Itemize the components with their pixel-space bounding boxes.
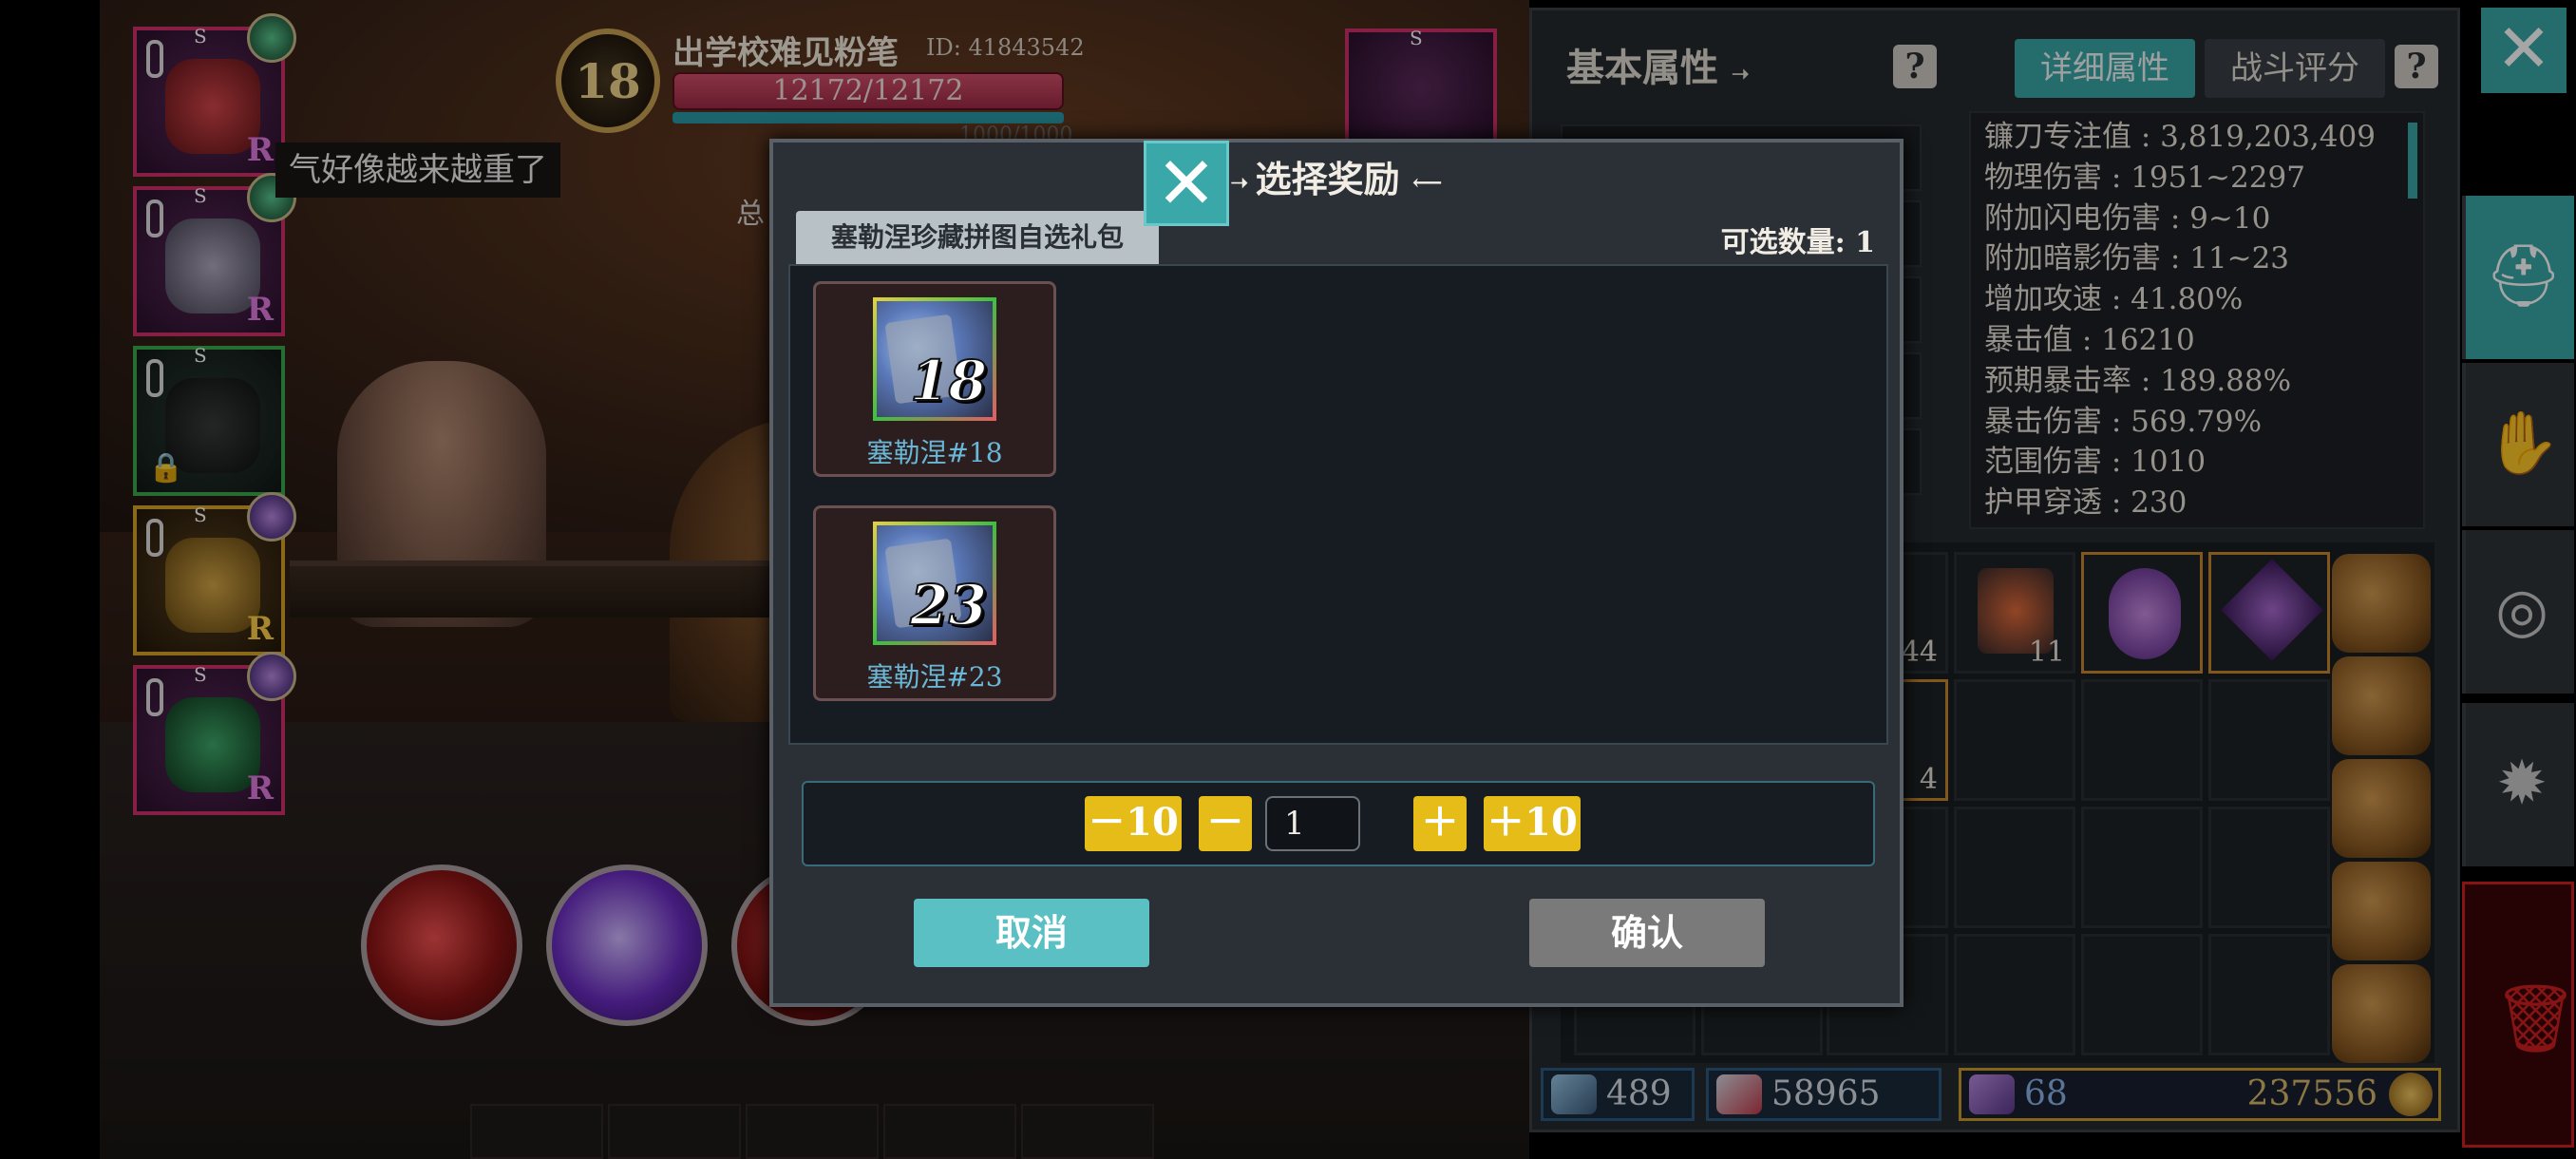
minus-10-button[interactable]: －10 (1085, 796, 1182, 851)
reward-number: 18 (909, 348, 988, 414)
selectable-count: 可选数量: 1 (1720, 226, 1875, 259)
reward-label: 塞勒涅#23 (866, 661, 1003, 693)
cancel-button[interactable]: 取消 (914, 899, 1149, 967)
puzzle-piece-icon: 18 (873, 297, 996, 421)
reward-label: 塞勒涅#18 (866, 437, 1003, 468)
dialog-title-text: 选择奖励 (1255, 158, 1400, 200)
confirm-button[interactable]: 确认 (1529, 899, 1765, 967)
reward-number: 23 (909, 572, 988, 638)
quantity-selector: －10 － ＋ ＋10 (802, 781, 1875, 866)
close-icon: ✕ (1156, 141, 1217, 225)
puzzle-piece-icon: 23 (873, 522, 996, 645)
quantity-input[interactable] (1265, 796, 1360, 851)
reward-option[interactable]: 23 塞勒涅#23 (813, 505, 1056, 701)
close-dialog-button[interactable]: ✕ (1144, 141, 1229, 226)
arrow-left-icon: ⟵ (1411, 170, 1443, 196)
select-reward-dialog: ➝ 选择奖励 ⟵ 塞勒涅珍藏拼图自选礼包 可选数量: 1 18 塞勒涅#18 2… (769, 139, 1904, 1007)
dialog-title: ➝ 选择奖励 ⟵ (773, 150, 1900, 202)
reward-list: 18 塞勒涅#18 23 塞勒涅#23 (788, 264, 1888, 745)
tab-gift-pack[interactable]: 塞勒涅珍藏拼图自选礼包 (796, 211, 1159, 264)
plus-button[interactable]: ＋ (1413, 796, 1467, 851)
plus-10-button[interactable]: ＋10 (1484, 796, 1581, 851)
arrow-right-icon: ➝ (1230, 170, 1256, 196)
reward-option[interactable]: 18 塞勒涅#18 (813, 281, 1056, 477)
minus-button[interactable]: － (1199, 796, 1252, 851)
